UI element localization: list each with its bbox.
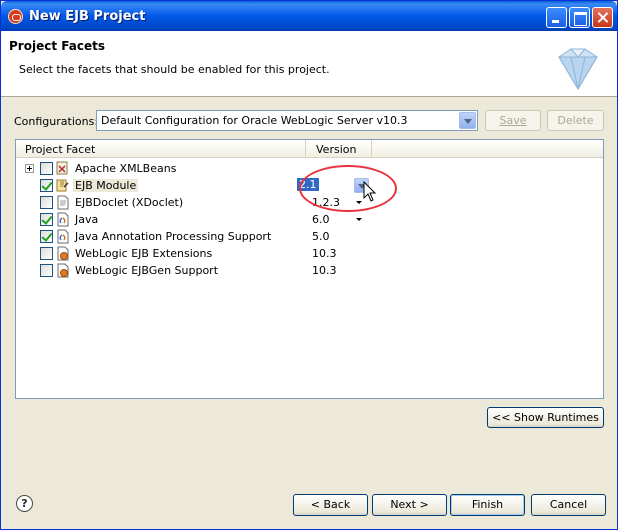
- facet-label: WebLogic EJB Extensions: [75, 247, 213, 260]
- facet-label: Java: [75, 213, 99, 226]
- project-facets-table[interactable]: Project Facet Version Apache XMLBeans EJ…: [15, 139, 604, 399]
- version-value[interactable]: 10.3: [312, 247, 337, 260]
- weblogic-facet-icon: [57, 246, 69, 261]
- next-button-label: Next >: [390, 498, 429, 511]
- delete-button-label: Delete: [557, 114, 594, 127]
- page-title: Project Facets: [9, 39, 105, 53]
- version-value[interactable]: 5.0: [312, 230, 330, 243]
- facet-checkbox[interactable]: [40, 162, 53, 175]
- facet-checkbox[interactable]: [40, 213, 53, 226]
- column-header-version[interactable]: Version: [307, 140, 372, 158]
- facet-label: Apache XMLBeans: [75, 162, 177, 175]
- version-value[interactable]: 10.3: [312, 264, 337, 277]
- close-button[interactable]: [592, 7, 613, 28]
- expand-icon[interactable]: [25, 164, 34, 173]
- new-ejb-project-dialog: New EJB Project Project Facets Select th…: [0, 0, 618, 530]
- facet-checkbox[interactable]: [40, 230, 53, 243]
- configurations-select[interactable]: Default Configuration for Oracle WebLogi…: [96, 110, 478, 131]
- facet-label: WebLogic EJBGen Support: [75, 264, 219, 277]
- cancel-button[interactable]: Cancel: [531, 494, 606, 516]
- show-runtimes-label: << Show Runtimes: [492, 411, 599, 424]
- facet-label: EJB Module: [73, 179, 139, 192]
- minimize-button[interactable]: [546, 7, 567, 28]
- facet-checkbox[interactable]: [40, 264, 53, 277]
- delete-button[interactable]: Delete: [547, 110, 604, 131]
- facet-row-java-annotation-processing[interactable]: Java Annotation Processing Support 5.0: [16, 228, 603, 245]
- java-facet-icon: [57, 212, 69, 227]
- back-button[interactable]: < Back: [293, 494, 368, 516]
- facet-checkbox[interactable]: [40, 196, 53, 209]
- facet-row-weblogic-ejb-extensions[interactable]: WebLogic EJB Extensions 10.3: [16, 245, 603, 262]
- back-button-label: < Back: [310, 498, 351, 511]
- facet-row-weblogic-ejbgen-support[interactable]: WebLogic EJBGen Support 10.3: [16, 262, 603, 279]
- finish-button-label: Finish: [471, 498, 504, 511]
- ejb-module-icon: [56, 179, 69, 192]
- java-facet-icon: [57, 229, 69, 244]
- next-button[interactable]: Next >: [372, 494, 447, 516]
- weblogic-facet-icon: [57, 263, 69, 278]
- save-button[interactable]: Save: [485, 110, 541, 131]
- facet-checkbox[interactable]: [40, 247, 53, 260]
- configurations-selected-value: Default Configuration for Oracle WebLogi…: [101, 114, 408, 127]
- page-description: Select the facets that should be enabled…: [19, 63, 330, 76]
- facet-label: EJBDoclet (XDoclet): [75, 196, 184, 209]
- xmlbeans-facet-icon: [56, 161, 68, 175]
- document-icon: [57, 195, 69, 210]
- column-header-project-facet[interactable]: Project Facet: [16, 140, 306, 158]
- show-runtimes-button[interactable]: << Show Runtimes: [487, 407, 604, 428]
- oracle-app-icon: [8, 9, 23, 24]
- facet-checkbox[interactable]: [40, 179, 53, 192]
- dropdown-arrow-icon[interactable]: [356, 218, 362, 221]
- facet-row-java[interactable]: Java 6.0: [16, 211, 603, 228]
- window-title: New EJB Project: [29, 9, 146, 24]
- configurations-label: Configurations:: [14, 115, 99, 128]
- facet-label: Java Annotation Processing Support: [75, 230, 272, 243]
- annotation-highlight-ellipse: [299, 165, 397, 212]
- mouse-pointer-icon: [363, 181, 377, 202]
- table-header: Project Facet Version: [16, 140, 603, 158]
- wizard-header: Project Facets Select the facets that sh…: [1, 31, 617, 97]
- save-button-label: Save: [499, 114, 527, 127]
- version-value[interactable]: 6.0: [312, 213, 330, 226]
- cancel-button-label: Cancel: [549, 498, 588, 511]
- title-bar[interactable]: New EJB Project: [1, 1, 617, 31]
- chevron-down-icon[interactable]: [459, 112, 476, 129]
- help-icon[interactable]: ?: [16, 495, 33, 512]
- finish-button[interactable]: Finish: [450, 494, 525, 516]
- gem-icon: [558, 48, 598, 90]
- maximize-button[interactable]: [569, 7, 590, 28]
